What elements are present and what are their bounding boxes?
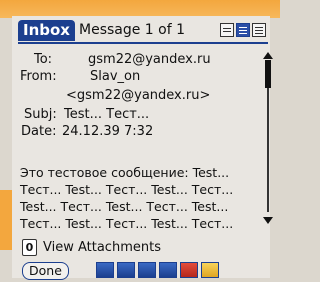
action-toolbar	[96, 262, 219, 278]
attachment-count-icon: 0	[22, 238, 37, 256]
scrollbar[interactable]	[262, 52, 274, 224]
from-label: From:	[20, 69, 57, 84]
scroll-down-arrow-icon[interactable]	[263, 217, 273, 224]
full-view-icon[interactable]	[252, 23, 266, 37]
scroll-thumb[interactable]	[265, 60, 271, 88]
reply-all-icon[interactable]	[117, 262, 135, 278]
scroll-up-arrow-icon[interactable]	[263, 52, 273, 59]
subject-label: Subj:	[24, 107, 57, 122]
to-value: gsm22@yandex.ru	[88, 52, 211, 67]
inbox-tab[interactable]: Inbox	[18, 20, 75, 41]
detail-view-icon[interactable]	[236, 23, 250, 37]
date-label: Date:	[21, 124, 57, 139]
view-attachments-button[interactable]: 0 View Attachments	[22, 238, 161, 256]
to-label: To:	[34, 52, 53, 67]
body-line: Это тестовое сообщение: Test...	[20, 165, 230, 180]
body-line: Тест... Test... Тест... Test... Тест...	[20, 216, 234, 231]
view-attachments-label: View Attachments	[43, 239, 161, 255]
from-email: <gsm22@yandex.ru>	[66, 88, 211, 103]
list-view-icon[interactable]	[220, 23, 234, 37]
view-mode-icons	[220, 23, 266, 37]
message-counter: Message 1 of 1	[79, 22, 186, 38]
title-bar: Inbox Message 1 of 1	[18, 20, 268, 44]
done-button[interactable]: Done	[22, 262, 69, 280]
forward-icon[interactable]	[138, 262, 156, 278]
body-line: Test... Тест... Test... Тест... Test...	[20, 199, 229, 214]
message-body: Это тестовое сообщение: Test... Тест... …	[20, 164, 256, 232]
unread-icon[interactable]	[201, 262, 219, 278]
date-value: 24.12.39 7:32	[62, 124, 154, 139]
reply-icon[interactable]	[96, 262, 114, 278]
delete-icon[interactable]	[180, 262, 198, 278]
body-line: Тест... Test... Тест... Test... Тест...	[20, 182, 234, 197]
file-icon[interactable]	[159, 262, 177, 278]
subject-value: Test... Тест...	[64, 107, 150, 122]
from-name: Slav_on	[90, 69, 141, 84]
